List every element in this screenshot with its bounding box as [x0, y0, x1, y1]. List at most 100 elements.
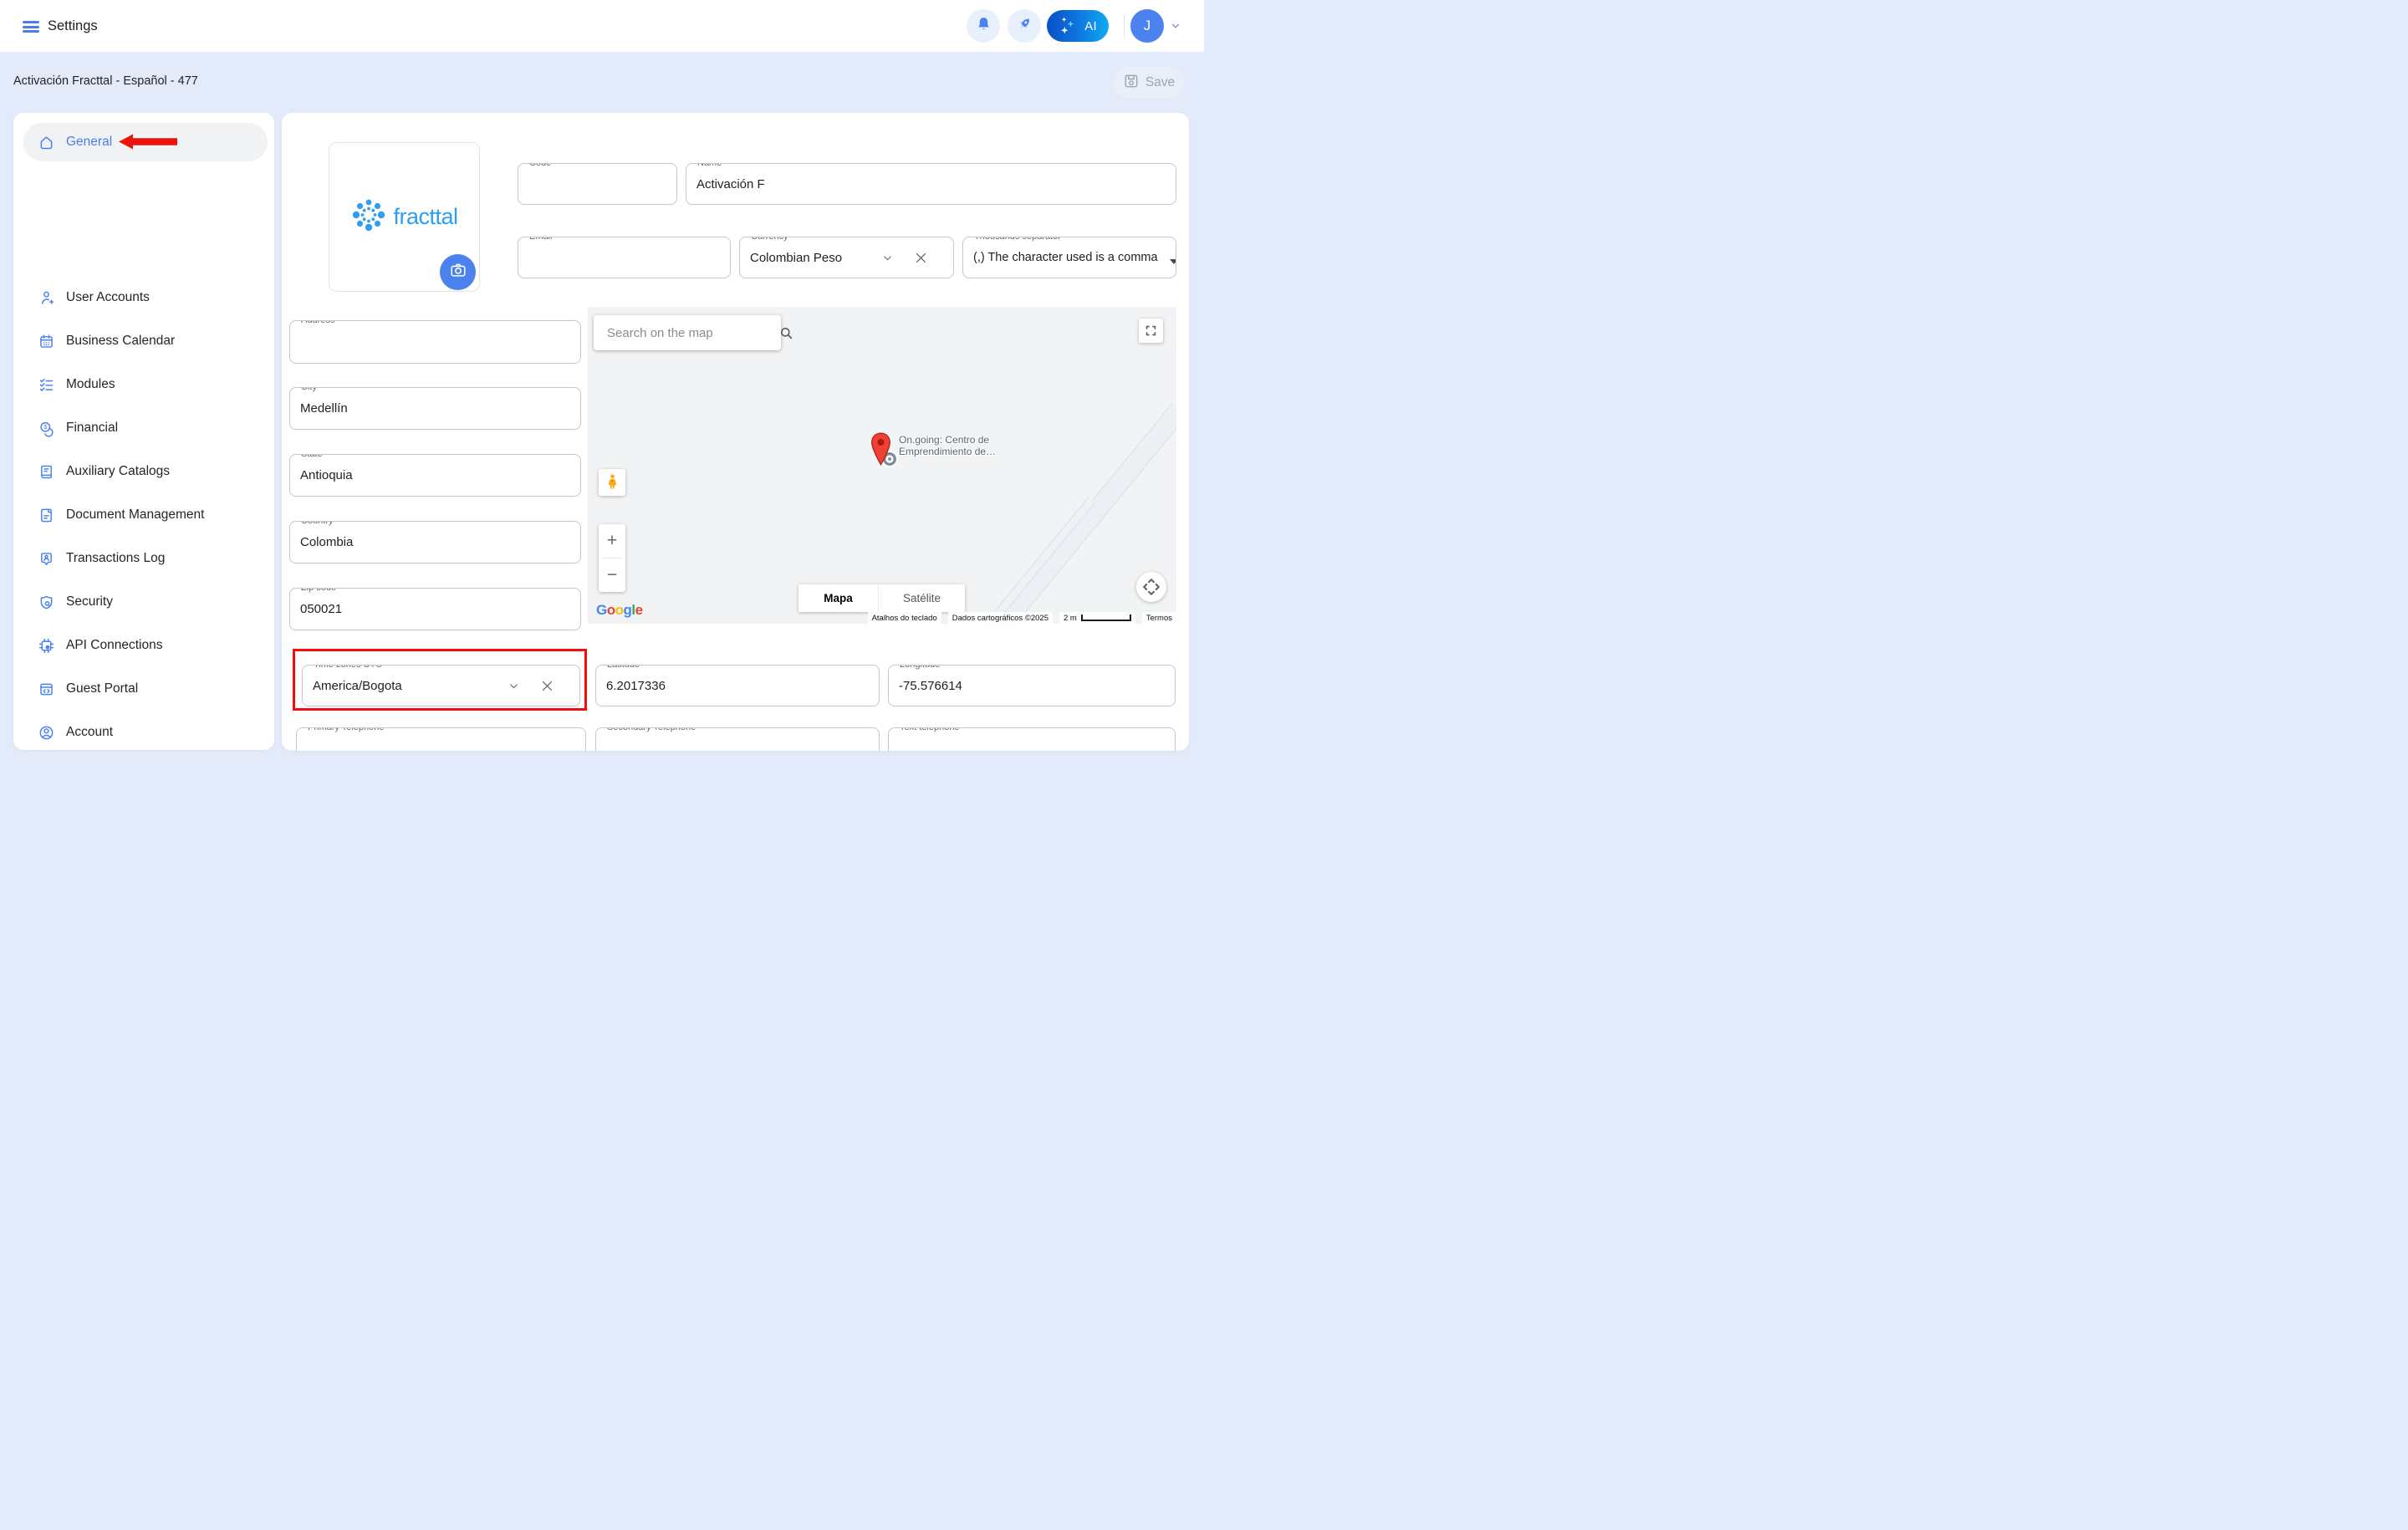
timezone-clear-icon[interactable]: [540, 679, 554, 693]
name-input[interactable]: [686, 164, 1176, 204]
code-input[interactable]: [518, 164, 676, 204]
sparkles-icon: [1055, 13, 1080, 43]
zoom-out-button[interactable]: −: [599, 558, 625, 592]
sidebar-item-transactions-log[interactable]: Transactions Log: [23, 539, 268, 578]
zip-code-field: Zip code: [289, 588, 581, 630]
top-bar: Settings AI J: [0, 0, 1204, 52]
document-icon: [38, 507, 55, 524]
map-type-satellite-button[interactable]: Satélite: [878, 584, 965, 612]
text-telephone-label: Text telephone: [896, 727, 963, 733]
notifications-button[interactable]: [967, 9, 1000, 43]
thousands-dropdown-arrow-icon[interactable]: [1169, 255, 1176, 270]
shield-icon: [38, 594, 55, 611]
zip-code-label: Zip code: [298, 588, 339, 594]
keyboard-shortcuts-link[interactable]: Atalhos do teclado: [868, 612, 941, 624]
fullscreen-icon: [1144, 324, 1158, 338]
breadcrumb: Activación Fracttal - Español - 477: [13, 74, 198, 88]
sidebar-item-user-accounts[interactable]: User Accounts: [23, 278, 268, 317]
email-field: Email: [518, 237, 731, 278]
chip-icon: [38, 637, 55, 655]
map-fullscreen-button[interactable]: [1139, 319, 1163, 343]
sidebar-item-business-calendar[interactable]: Business Calendar: [23, 322, 268, 360]
browser-code-icon: [38, 681, 55, 698]
zip-code-input[interactable]: [290, 589, 580, 630]
topbar-divider: [1124, 15, 1125, 38]
settings-page: Settings AI J Activación Fracttal - Espa…: [0, 0, 1204, 765]
sidebar-item-guest-portal[interactable]: Guest Portal: [23, 670, 268, 708]
currency-chevron-down-icon[interactable]: [881, 252, 894, 264]
thousands-separator-select[interactable]: [963, 237, 1176, 278]
upload-logo-button[interactable]: [440, 254, 476, 290]
longitude-input[interactable]: [889, 666, 1175, 706]
street-view-pegman-button[interactable]: [599, 469, 625, 496]
sidebar-item-financial[interactable]: $ Financial: [23, 409, 268, 447]
sidebar-item-general[interactable]: General: [23, 123, 268, 161]
bell-icon: [975, 15, 992, 37]
search-icon[interactable]: [773, 325, 806, 341]
state-field: State: [289, 454, 581, 497]
pegman-icon: [605, 472, 620, 492]
longitude-label: Longitude: [896, 665, 943, 671]
calendar-icon: [38, 333, 55, 350]
scale-label: 2 m: [1064, 614, 1077, 623]
map-scale: 2 m: [1059, 612, 1135, 624]
camera-icon: [449, 261, 467, 283]
thousands-separator-label: Thousands separator: [971, 237, 1064, 242]
zoom-in-button[interactable]: +: [599, 524, 625, 558]
map-search-input[interactable]: [594, 326, 773, 340]
map-search-box: [594, 315, 781, 350]
email-label: Email: [526, 237, 556, 242]
email-input[interactable]: [518, 237, 730, 278]
google-map[interactable]: + − On.going: Centro de Emprendimiento d…: [588, 307, 1176, 624]
sidebar-item-document-management[interactable]: Document Management: [23, 496, 268, 534]
ai-assistant-button[interactable]: AI: [1047, 10, 1109, 42]
name-field: Name: [686, 163, 1176, 205]
primary-telephone-label: Primary Telephone: [304, 727, 388, 733]
map-zoom-control: + −: [599, 524, 625, 592]
latitude-field: Latitude: [595, 665, 880, 706]
google-logo: Google: [596, 602, 643, 619]
sidebar-item-auxiliary-catalogs[interactable]: Auxiliary Catalogs: [23, 452, 268, 491]
scale-bar: [1081, 615, 1131, 621]
state-input[interactable]: [290, 455, 580, 496]
chat-user-icon: [38, 550, 55, 568]
sidebar-item-security[interactable]: Security: [23, 583, 268, 621]
home-icon: [38, 134, 55, 151]
country-input[interactable]: [290, 522, 580, 563]
timezone-label: Time zones UTC: [310, 665, 385, 671]
save-button[interactable]: Save: [1113, 67, 1185, 99]
secondary-telephone-field: Secondary Telephone: [595, 727, 880, 751]
terms-link[interactable]: Termos: [1142, 612, 1176, 624]
ai-label: AI: [1084, 19, 1097, 33]
map-attribution-bar: Atalhos do teclado Dados cartográficos ©…: [868, 612, 1176, 624]
general-settings-panel: fracttal Code Name Email Currency: [282, 113, 1189, 751]
checklist-icon: [38, 376, 55, 394]
map-pan-control[interactable]: [1136, 572, 1166, 602]
avatar[interactable]: J: [1130, 9, 1164, 43]
sidebar-item-api-connections[interactable]: API Connections: [23, 626, 268, 665]
whats-new-button[interactable]: [1008, 9, 1041, 43]
address-label: Address: [298, 320, 338, 326]
user-add-icon: [38, 289, 55, 307]
city-field: City: [289, 387, 581, 430]
latitude-input[interactable]: [596, 666, 879, 706]
settings-sidebar: General User Accounts Business Calendar …: [13, 113, 274, 750]
account-chevron-down-icon[interactable]: [1170, 20, 1181, 36]
map-type-switcher: Mapa Satélite: [798, 584, 965, 612]
currency-label: Currency: [747, 237, 792, 242]
sidebar-item-account[interactable]: Account: [23, 713, 268, 752]
secondary-telephone-label: Secondary Telephone: [604, 727, 699, 733]
latitude-label: Latitude: [604, 665, 643, 671]
currency-clear-icon[interactable]: [914, 251, 928, 265]
book-icon: [38, 463, 55, 481]
city-input[interactable]: [290, 388, 580, 429]
map-marker-pin[interactable]: [870, 432, 892, 470]
map-type-map-button[interactable]: Mapa: [798, 584, 878, 612]
address-input[interactable]: [290, 321, 580, 363]
fracttal-logo-text: fracttal: [393, 204, 457, 230]
timezone-chevron-down-icon[interactable]: [508, 680, 520, 692]
hamburger-menu-icon[interactable]: [23, 21, 39, 33]
name-label: Name: [694, 163, 725, 169]
sidebar-item-modules[interactable]: Modules: [23, 365, 268, 404]
primary-telephone-field: Primary Telephone: [296, 727, 586, 751]
